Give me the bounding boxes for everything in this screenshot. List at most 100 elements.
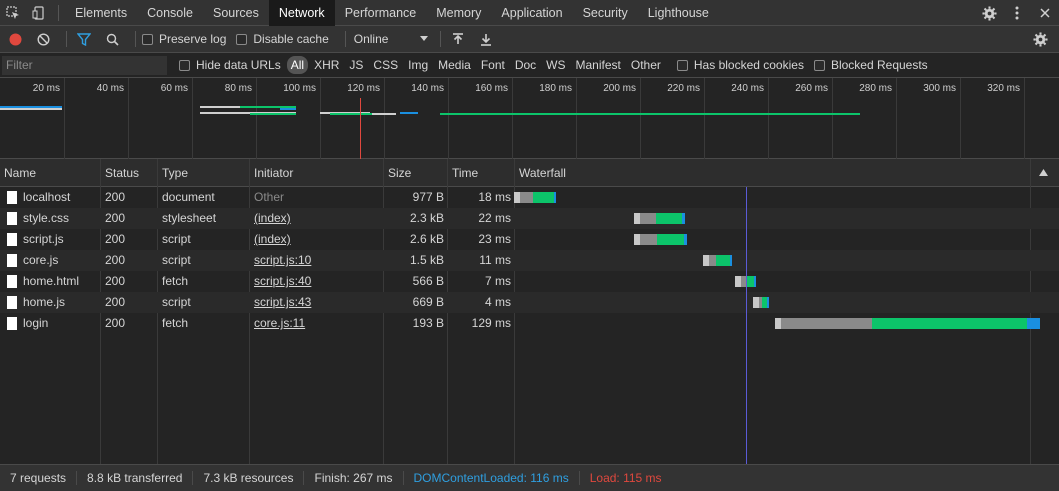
checkbox-box[interactable]: [236, 33, 248, 45]
waterfall-waiting-segment: [640, 213, 656, 224]
filter-type-doc[interactable]: Doc: [511, 56, 540, 74]
overview-activity-bar: [330, 113, 372, 115]
inspect-element-icon[interactable]: [0, 0, 26, 26]
export-har-icon[interactable]: [475, 28, 497, 50]
table-row[interactable]: home.html 200 fetch script.js:40 566 B 7 ms: [0, 271, 1059, 292]
network-overview-timeline[interactable]: 20 ms 40 ms 60 ms 80 ms 100 ms 120 ms 140 ms 16…: [0, 78, 1059, 159]
request-initiator[interactable]: script.js:40: [254, 271, 380, 292]
request-size: 2.3 kB: [409, 211, 444, 225]
request-name: home.html: [23, 274, 80, 288]
record-stop-icon[interactable]: [4, 28, 26, 50]
overview-tick-label: 140 ms: [411, 83, 444, 94]
request-time: 7 ms: [484, 274, 511, 288]
filter-input[interactable]: [2, 55, 167, 75]
filter-type-css[interactable]: CSS: [369, 56, 402, 74]
checkbox-box[interactable]: [676, 59, 688, 71]
request-initiator: Other: [254, 190, 285, 204]
request-name: script.js: [23, 232, 64, 246]
device-toolbar-icon[interactable]: [26, 0, 52, 26]
waterfall-download-segment: [532, 192, 555, 203]
request-status: 200: [105, 190, 126, 204]
request-initiator[interactable]: script.js:10: [254, 250, 380, 271]
search-icon[interactable]: [101, 28, 123, 50]
request-initiator[interactable]: core.js:11: [254, 313, 380, 334]
request-status: 200: [105, 274, 126, 288]
finish-time: Finish: 267 ms: [304, 471, 404, 485]
clear-icon[interactable]: [32, 28, 54, 50]
table-row[interactable]: localhost 200 document Other 977 B 18 ms: [0, 187, 1059, 208]
request-initiator[interactable]: script.js:43: [254, 292, 380, 313]
request-size: 2.6 kB: [409, 232, 444, 246]
preserve-log-checkbox[interactable]: Preserve log: [142, 32, 226, 46]
divider: [344, 31, 346, 47]
tab-elements[interactable]: Elements: [65, 0, 137, 26]
filter-type-js[interactable]: JS: [345, 56, 367, 74]
filter-type-img[interactable]: Img: [404, 56, 432, 74]
file-icon: [7, 212, 17, 225]
overview-tick-label: 80 ms: [224, 83, 252, 94]
file-icon: [7, 275, 17, 288]
filter-type-media[interactable]: Media: [434, 56, 475, 74]
network-settings-gear-icon[interactable]: [1029, 29, 1051, 51]
filter-type-other[interactable]: Other: [627, 56, 665, 74]
request-name: core.js: [23, 253, 59, 267]
settings-gear-icon[interactable]: [975, 0, 1003, 26]
column-header-name[interactable]: Name: [0, 159, 100, 187]
table-row[interactable]: style.css 200 stylesheet (index) 2.3 kB 22 ms: [0, 208, 1059, 229]
column-header-time[interactable]: Time: [448, 159, 514, 187]
tab-security[interactable]: Security: [573, 0, 638, 26]
sort-ascending-icon[interactable]: [1039, 169, 1048, 176]
checkbox-box[interactable]: [179, 59, 190, 71]
request-initiator[interactable]: (index): [254, 208, 380, 229]
overview-tick-label: 180 ms: [539, 83, 572, 94]
tab-memory[interactable]: Memory: [426, 0, 491, 26]
table-row[interactable]: home.js 200 script script.js:43 669 B 4 ms: [0, 292, 1059, 313]
waterfall-download-segment: [655, 213, 683, 224]
waterfall-receive-segment: [682, 213, 685, 224]
request-status: 200: [105, 232, 126, 246]
column-header-initiator[interactable]: Initiator: [250, 159, 384, 187]
table-row[interactable]: script.js 200 script (index) 2.6 kB 23 ms: [0, 229, 1059, 250]
waterfall-waiting-segment: [708, 255, 717, 266]
column-header-size[interactable]: Size: [384, 159, 447, 187]
column-header-waterfall[interactable]: Waterfall: [515, 159, 1015, 187]
column-header-status[interactable]: Status: [101, 159, 157, 187]
tab-performance[interactable]: Performance: [335, 0, 427, 26]
tab-sources[interactable]: Sources: [203, 0, 269, 26]
blocked-requests-checkbox[interactable]: Blocked Requests: [813, 58, 928, 72]
table-row[interactable]: core.js 200 script script.js:10 1.5 kB 11 ms: [0, 250, 1059, 271]
tab-lighthouse[interactable]: Lighthouse: [638, 0, 719, 26]
tab-console[interactable]: Console: [137, 0, 203, 26]
network-toolbar: Preserve log Disable cache Online: [0, 26, 1059, 53]
checkbox-box[interactable]: [142, 33, 153, 45]
checkbox-box[interactable]: [813, 59, 825, 71]
filter-funnel-icon[interactable]: [73, 28, 95, 50]
overview-activity-bar: [0, 108, 62, 110]
request-size: 1.5 kB: [409, 253, 444, 267]
hide-data-urls-checkbox[interactable]: Hide data URLs: [179, 58, 281, 72]
column-header-type[interactable]: Type: [158, 159, 250, 187]
waterfall-receive-segment: [729, 255, 732, 266]
file-icon: [7, 317, 17, 330]
waterfall-receive-segment: [766, 297, 769, 308]
tab-network[interactable]: Network: [268, 0, 335, 26]
request-status: 200: [105, 316, 126, 330]
filter-type-manifest[interactable]: Manifest: [572, 56, 625, 74]
request-type: script: [162, 232, 191, 246]
throttling-select[interactable]: Online: [352, 32, 434, 46]
request-initiator[interactable]: (index): [254, 229, 380, 250]
table-row[interactable]: login 200 fetch core.js:11 193 B 129 ms: [0, 313, 1059, 334]
request-table: Name Status Type Initiator Size Time Wat…: [0, 159, 1059, 464]
filter-type-ws[interactable]: WS: [542, 56, 569, 74]
has-blocked-cookies-checkbox[interactable]: Has blocked cookies: [676, 58, 804, 72]
filter-type-font[interactable]: Font: [477, 56, 509, 74]
tab-application[interactable]: Application: [491, 0, 572, 26]
disable-cache-checkbox[interactable]: Disable cache: [236, 32, 329, 46]
filter-type-xhr[interactable]: XHR: [310, 56, 343, 74]
divider: [439, 31, 441, 47]
import-har-icon[interactable]: [447, 28, 469, 50]
filter-type-all[interactable]: All: [286, 56, 309, 74]
close-devtools-icon[interactable]: [1031, 0, 1059, 26]
status-bar: 7 requests 8.8 kB transferred 7.3 kB res…: [0, 464, 1059, 491]
more-options-icon[interactable]: [1003, 0, 1031, 26]
